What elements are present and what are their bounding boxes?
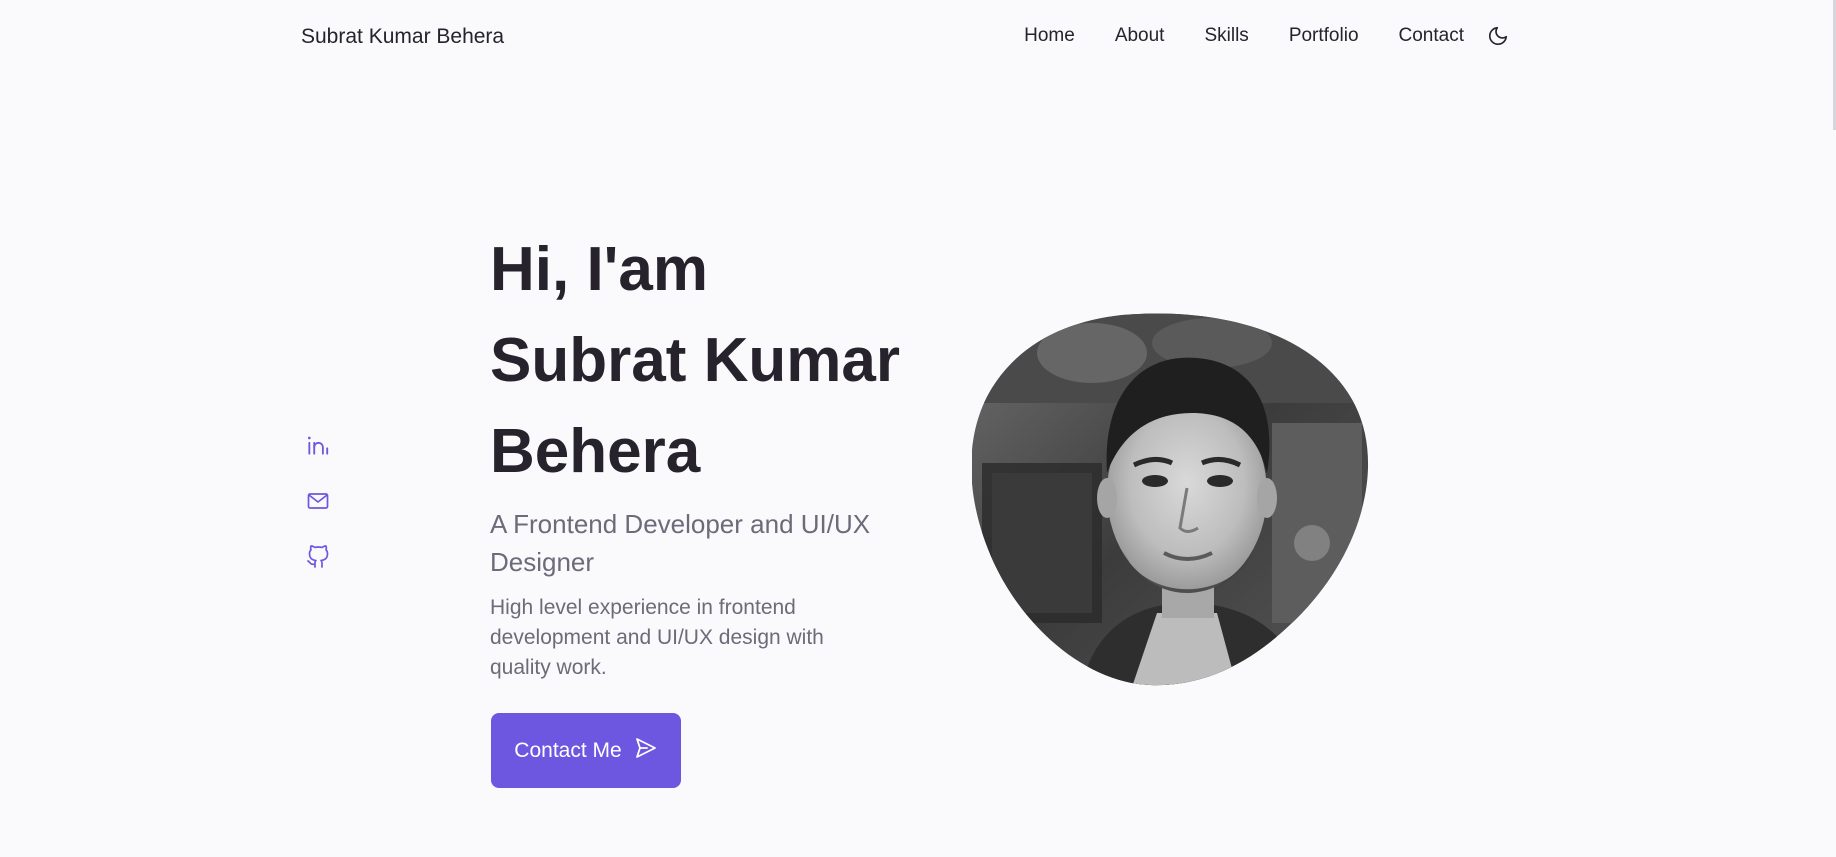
moon-icon[interactable]: [1486, 24, 1510, 48]
nav-about[interactable]: About: [1115, 25, 1165, 47]
social-links: [303, 432, 333, 570]
site-header: Subrat Kumar Behera Home About Skills Po…: [0, 0, 1836, 74]
github-icon[interactable]: [303, 544, 333, 570]
contact-me-button[interactable]: Contact Me: [491, 713, 681, 788]
hero-title: Hi, I'am Subrat Kumar Behera: [490, 224, 930, 497]
mail-icon[interactable]: [303, 488, 333, 514]
nav-home[interactable]: Home: [1024, 25, 1075, 47]
hero-section: Hi, I'am Subrat Kumar Behera A Frontend …: [490, 224, 930, 683]
contact-me-label: Contact Me: [514, 738, 622, 762]
hero-title-line: Hi, I'am: [490, 235, 709, 304]
hero-title-line: Behera: [490, 417, 701, 486]
send-icon: [634, 736, 658, 766]
hero-subtitle: A Frontend Developer and UI/UX Designer: [490, 509, 871, 577]
linkedin-icon[interactable]: [303, 432, 333, 458]
hero-description: High level experience in frontend develo…: [490, 596, 824, 679]
nav-portfolio[interactable]: Portfolio: [1289, 25, 1359, 47]
nav-contact[interactable]: Contact: [1399, 25, 1464, 47]
nav-skills[interactable]: Skills: [1204, 25, 1248, 47]
main-nav: Home About Skills Portfolio Contact: [1024, 24, 1510, 48]
site-logo[interactable]: Subrat Kumar Behera: [301, 25, 504, 49]
hero-title-line: Subrat Kumar: [490, 326, 900, 395]
profile-photo: [972, 313, 1372, 687]
